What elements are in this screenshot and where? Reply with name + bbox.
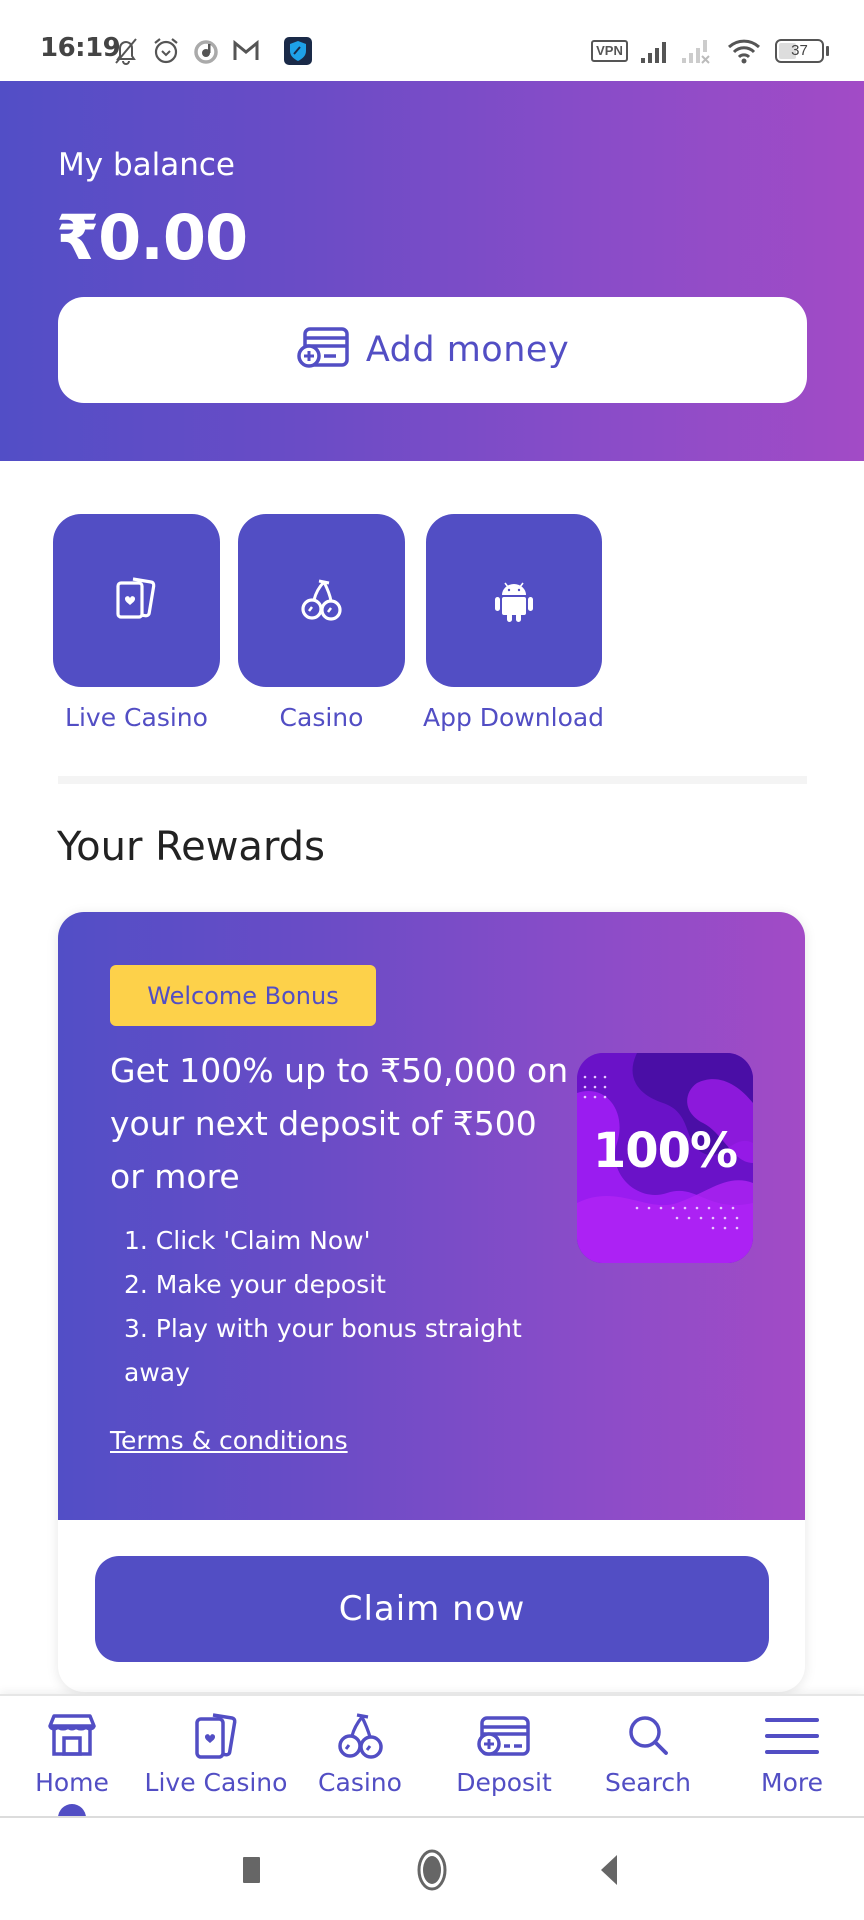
quick-link-casino[interactable]: Casino [238, 514, 405, 732]
back-button[interactable] [585, 1846, 633, 1894]
nav-label: Casino [318, 1768, 402, 1797]
reward-step: 3. Play with your bonus straight away [124, 1314, 522, 1387]
battery-tip [826, 46, 829, 56]
rewards-section-title: Your Rewards [57, 824, 325, 870]
quick-link-label: Live Casino [65, 703, 208, 732]
quick-link-app-download[interactable]: App Download [423, 514, 604, 732]
promo-image-text: 100% [592, 1123, 738, 1179]
status-time: 16:19 [40, 33, 121, 63]
section-divider [58, 776, 807, 784]
reward-steps: 1. Click 'Claim Now' 2. Make your deposi… [124, 1219, 554, 1395]
cards-icon [109, 571, 165, 631]
nav-label: Deposit [456, 1768, 552, 1797]
nav-item-live-casino[interactable]: Live Casino [144, 1696, 288, 1816]
nav-item-casino[interactable]: Casino [288, 1696, 432, 1816]
terms-conditions-link[interactable]: Terms & conditions [110, 1426, 348, 1455]
vpn-status-badge: VPN [591, 40, 628, 62]
add-money-label: Add money [365, 330, 570, 370]
nav-item-home[interactable]: Home [0, 1696, 144, 1824]
balance-label: My balance [58, 147, 235, 183]
nav-label: More [761, 1768, 823, 1797]
nav-label: Live Casino [144, 1768, 288, 1797]
quick-link-label: App Download [423, 703, 605, 732]
search-icon [629, 1716, 668, 1755]
nav-item-search[interactable]: Search [576, 1696, 720, 1816]
nav-label: Home [35, 1768, 109, 1797]
quick-link-tile[interactable] [425, 514, 602, 687]
quick-links: Live Casino Casino App Download [53, 514, 622, 732]
bell-off-icon [112, 36, 140, 66]
nav-item-more[interactable]: More [720, 1696, 864, 1816]
quick-link-live-casino[interactable]: Live Casino [53, 514, 220, 732]
battery-indicator: 37 [775, 39, 824, 63]
quick-link-tile[interactable] [53, 514, 220, 687]
quick-link-tile[interactable] [238, 514, 405, 687]
deposit-card-icon [477, 1716, 530, 1756]
promo-image: 100% [577, 1053, 753, 1263]
cherry-icon [294, 571, 350, 631]
signal-icon [640, 36, 672, 66]
square-icon [243, 1857, 260, 1883]
system-navigation-bar [0, 1816, 864, 1920]
back-triangle-icon [601, 1855, 617, 1885]
claim-now-button[interactable]: Claim now [95, 1556, 769, 1662]
deposit-card-icon [296, 326, 350, 374]
nav-item-deposit[interactable]: Deposit [432, 1696, 576, 1816]
alarm-icon [152, 36, 180, 66]
menu-icon [765, 1718, 819, 1754]
home-system-button[interactable] [408, 1846, 456, 1894]
welcome-bonus-badge: Welcome Bonus [110, 965, 376, 1026]
android-icon [486, 571, 542, 631]
status-bar: 16:19 VPN 37 [0, 0, 864, 81]
balance-value: ₹0.00 [56, 201, 248, 274]
add-money-button[interactable]: Add money [58, 297, 807, 403]
reward-banner: Welcome Bonus Get 100% up to ₹50,000 on … [58, 912, 805, 1520]
battery-level: 37 [791, 42, 808, 59]
nav-label: Search [605, 1768, 691, 1797]
home-icon [48, 1714, 96, 1756]
wifi-icon [727, 36, 761, 66]
cherry-icon [338, 1713, 383, 1759]
bottom-navigation: Home Live Casino Casino Deposit Search M… [0, 1694, 864, 1824]
recent-apps-button[interactable] [229, 1846, 277, 1894]
quick-link-label: Casino [279, 703, 364, 732]
vpn-app-icon [284, 36, 312, 66]
reward-step: 1. Click 'Claim Now' [124, 1226, 371, 1255]
balance-header: My balance ₹0.00 Add money [0, 81, 864, 461]
welcome-bonus-card: Welcome Bonus Get 100% up to ₹50,000 on … [58, 912, 805, 1692]
signal-no-service-icon [681, 36, 713, 66]
cards-icon [195, 1713, 237, 1759]
reward-step: 2. Make your deposit [124, 1270, 386, 1299]
reward-headline: Get 100% up to ₹50,000 on your next depo… [110, 1051, 569, 1196]
gmail-icon [232, 36, 260, 66]
circle-icon [417, 1849, 447, 1891]
music-app-icon [192, 36, 220, 66]
